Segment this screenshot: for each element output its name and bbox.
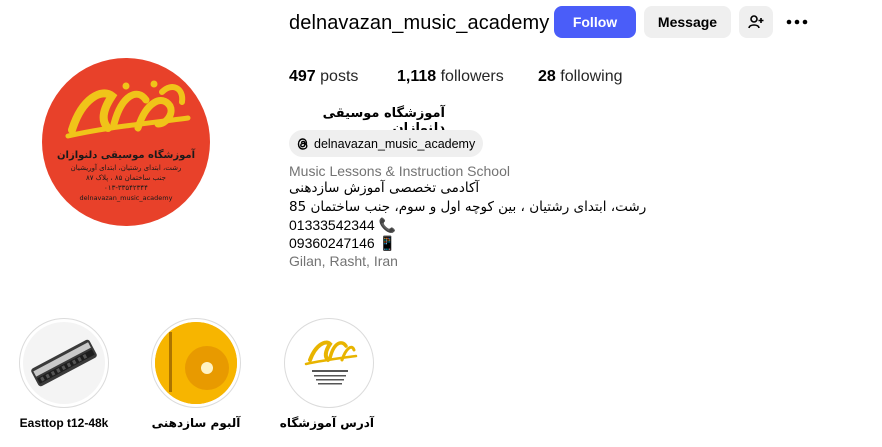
album-thumbnail: [155, 322, 237, 404]
threads-badge[interactable]: delnavazan_music_academy: [289, 130, 484, 157]
harmonica-thumbnail: [23, 322, 105, 404]
bio-location: Gilan, Rasht, Iran: [289, 253, 398, 269]
logo-address-line: رشت، ابتدای رشتیان، ابتدای آوریشیان: [70, 164, 182, 172]
follow-button[interactable]: Follow: [554, 6, 636, 38]
logo-instagram-handle: delnavazan_music_academy: [79, 194, 173, 202]
person-add-icon: [748, 15, 764, 29]
following-link[interactable]: 28 following: [538, 68, 623, 86]
logo-title: آموزشگاه موسیقی دلنوازان: [57, 150, 195, 161]
bio-text-line: آکادمی تخصصی آموزش سازدهنی: [289, 180, 480, 196]
highlight-label: آلبوم سازدهنی: [151, 416, 241, 430]
profile-category: Music Lessons & Instruction School: [289, 163, 510, 179]
highlight-label: آدرس آموزشگاه: [279, 416, 374, 430]
cd-album-icon: [155, 322, 237, 404]
highlight-ring: [19, 318, 109, 408]
logo-phone: ۰۱۳-۳۳۵۴۲۳۴۴: [104, 184, 148, 192]
bio-phone-line: 09360247146 📱: [289, 235, 396, 251]
profile-picture[interactable]: آموزشگاه موسیقی دلنوازان رشت، ابتدای رشت…: [42, 58, 210, 226]
profile-username: delnavazan_music_academy: [289, 12, 550, 34]
threads-icon: [297, 137, 308, 150]
message-button[interactable]: Message: [644, 6, 731, 38]
logo-calligraphy-icon: [304, 340, 358, 385]
highlight-label: Easttop t12-48k: [19, 416, 109, 430]
highlight-ring: [284, 318, 374, 408]
bio-phone-line: 01333542344 📞: [289, 217, 396, 233]
story-highlight[interactable]: آلبوم سازدهنی: [151, 318, 241, 430]
threads-handle: delnavazan_music_academy: [314, 136, 476, 151]
harmonica-icon: [31, 339, 97, 387]
story-highlight[interactable]: آدرس آموزشگاه: [279, 318, 374, 430]
logo-address-line: جنب ساختمان ۸۵ ، پلاک ۸۷: [86, 174, 166, 182]
suggested-accounts-button[interactable]: [739, 6, 773, 38]
more-options-button[interactable]: [784, 10, 810, 34]
story-highlight[interactable]: Easttop t12-48k: [19, 318, 109, 430]
address-thumbnail: [288, 322, 370, 404]
highlight-ring: [151, 318, 241, 408]
posts-count: 497 posts: [289, 68, 359, 85]
more-horizontal-icon: [786, 19, 808, 25]
bio-address-line: رشت، ابتدای رشتیان ، بین کوچه اول و سوم،…: [289, 199, 647, 215]
followers-link[interactable]: 1,118 followers: [397, 68, 504, 86]
